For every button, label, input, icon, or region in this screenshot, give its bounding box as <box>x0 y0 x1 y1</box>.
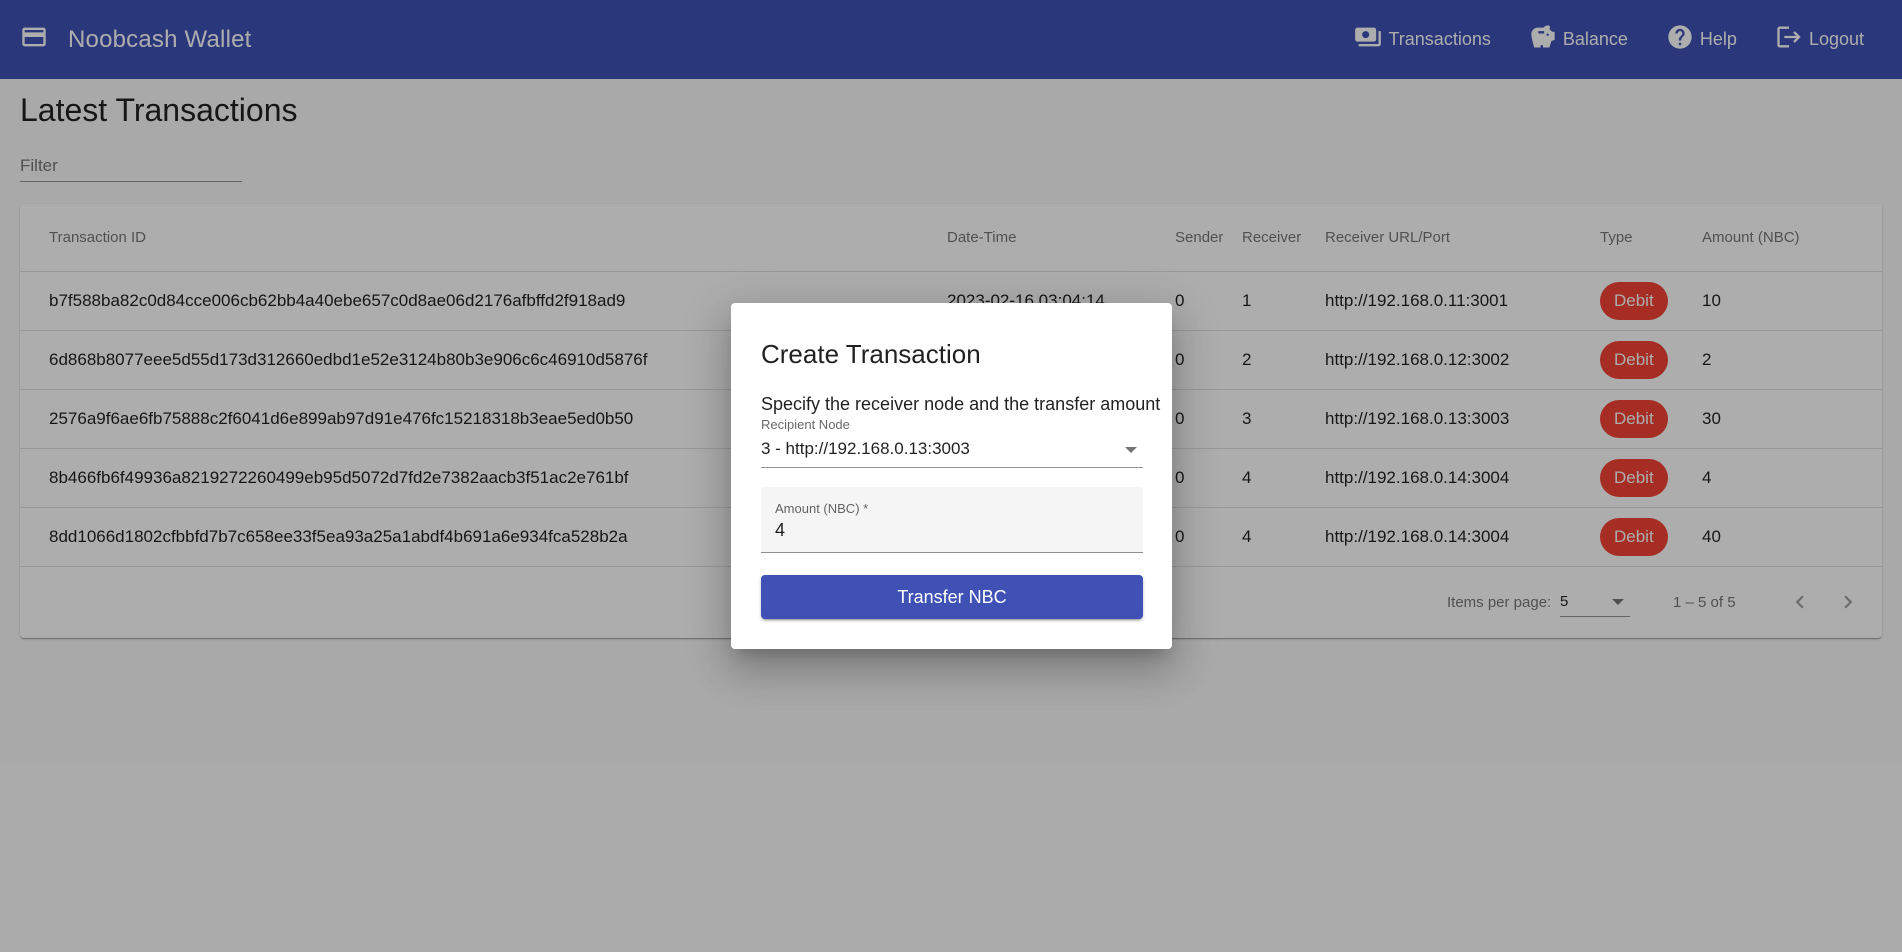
recipient-node-label: Recipient Node <box>761 417 850 432</box>
transfer-button[interactable]: Transfer NBC <box>761 575 1143 619</box>
amount-field[interactable]: Amount (NBC) * 4 <box>761 487 1143 553</box>
amount-input[interactable]: 4 <box>775 520 785 541</box>
dialog-description: Specify the receiver node and the transf… <box>761 394 1161 414</box>
dialog-title: Create Transaction <box>761 339 981 369</box>
recipient-node-value: 3 - http://192.168.0.13:3003 <box>761 439 970 458</box>
dropdown-arrow-icon <box>1125 447 1137 453</box>
amount-label: Amount (NBC) * <box>775 501 869 516</box>
create-transaction-dialog: Create Transaction Specify the receiver … <box>731 303 1172 649</box>
recipient-node-select[interactable]: 3 - http://192.168.0.13:3003 <box>761 431 1143 468</box>
